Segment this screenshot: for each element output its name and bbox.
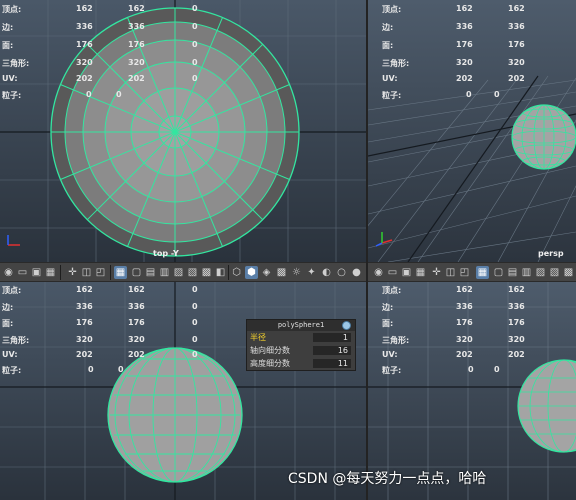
camera-attributes-icon[interactable]: ▭ <box>16 266 29 279</box>
resolution-icon[interactable]: ▨ <box>534 266 547 279</box>
hud-stats-front: 顶点: 162 162 0 边: 336 336 0 面: 176 176 0 … <box>2 285 198 375</box>
gate-mask-icon[interactable]: ▥ <box>158 266 171 279</box>
light-icon[interactable]: ✦ <box>305 266 318 279</box>
settings-icon[interactable] <box>342 321 351 330</box>
film-gate-icon[interactable]: ▢ <box>130 266 143 279</box>
wireframe-icon[interactable]: ⬡ <box>230 266 243 279</box>
axis-subdivisions-label: 轴向细分数 <box>250 346 290 355</box>
poly-panel-title: polySphere1 <box>247 320 355 331</box>
field-chart-icon[interactable]: ▤ <box>144 266 157 279</box>
title-safe-icon[interactable]: ▧ <box>548 266 561 279</box>
camera-label-top: top -Y <box>153 249 179 258</box>
toolbar-divider <box>60 265 61 280</box>
camera-icon[interactable]: ◉ <box>2 266 15 279</box>
toolbar-divider <box>228 265 229 280</box>
grid-icon[interactable]: ▦ <box>476 266 489 279</box>
axis-gizmo <box>7 235 20 246</box>
resolution-gate-icon[interactable]: ◫ <box>80 266 93 279</box>
height-subdivisions-row[interactable]: 高度细分数 11 <box>249 358 353 369</box>
radius-row[interactable]: 半径 1 <box>249 332 353 343</box>
axis-subdivisions-row[interactable]: 轴向细分数 16 <box>249 345 353 356</box>
radius-label: 半径 <box>250 333 266 342</box>
camera-label-persp: persp <box>538 249 564 258</box>
safe-action-icon[interactable]: ◰ <box>458 266 471 279</box>
axis-subdivisions-value[interactable]: 16 <box>313 346 351 355</box>
sphere-persp-view[interactable] <box>511 104 576 170</box>
radius-value[interactable]: 1 <box>313 333 351 342</box>
poly-sphere-panel[interactable]: polySphere1 半径 1 轴向细分数 16 高度细分数 11 <box>246 319 356 371</box>
textured-icon[interactable]: ▩ <box>275 266 288 279</box>
toolbar-divider <box>110 265 111 280</box>
safe-action-icon[interactable]: ◰ <box>94 266 107 279</box>
height-subdivisions-value[interactable]: 11 <box>313 359 351 368</box>
viewport-divider <box>366 0 368 500</box>
hud-stats-top: 顶点: 162 162 0 边: 336 336 0 面: 176 176 0 … <box>2 4 198 100</box>
pivot-icon[interactable]: ✛ <box>430 266 443 279</box>
image-plane-icon[interactable]: ▦ <box>44 266 57 279</box>
bookmark-icon[interactable]: ▣ <box>30 266 43 279</box>
resolution-icon[interactable]: ▨ <box>172 266 185 279</box>
grid-icon[interactable]: ▦ <box>114 266 127 279</box>
safe-area-icon[interactable]: ▩ <box>200 266 213 279</box>
overscan-icon[interactable]: ◧ <box>214 266 227 279</box>
resolution-gate-icon[interactable]: ◫ <box>444 266 457 279</box>
xray-icon[interactable]: ○ <box>335 266 348 279</box>
hud-stats-side: 顶点: 162 162 边: 336 336 面: 176 176 三角形: 3… <box>382 285 525 375</box>
use-all-lights-icon[interactable]: ☼ <box>290 266 303 279</box>
watermark: CSDN @每天努力一点点，哈哈 <box>288 471 487 487</box>
bookmark-icon[interactable]: ▣ <box>400 266 413 279</box>
shadows-icon[interactable]: ◐ <box>320 266 333 279</box>
title-safe-icon[interactable]: ▧ <box>186 266 199 279</box>
hud-stats-persp: 顶点: 162 162 边: 336 336 面: 176 176 三角形: 3… <box>382 4 525 100</box>
gate-mask-icon[interactable]: ▥ <box>520 266 533 279</box>
smooth-shade-icon[interactable]: ⬢ <box>245 266 258 279</box>
height-subdivisions-label: 高度细分数 <box>250 359 290 368</box>
safe-area-icon[interactable]: ▩ <box>562 266 575 279</box>
camera-icon[interactable]: ◉ <box>372 266 385 279</box>
field-chart-icon[interactable]: ▤ <box>506 266 519 279</box>
image-plane-icon[interactable]: ▦ <box>414 266 427 279</box>
pivot-icon[interactable]: ✛ <box>66 266 79 279</box>
film-gate-icon[interactable]: ▢ <box>492 266 505 279</box>
viewport-toolbar: ◉ ▭ ▣ ▦ ✛ ◫ ◰ ▦ ▢ ▤ ▥ ▨ ▧ ▩ ◧ ⬡ ⬢ ◈ ▩ ☼ … <box>0 262 576 282</box>
wireframe-on-shaded-icon[interactable]: ◈ <box>260 266 273 279</box>
camera-attributes-icon[interactable]: ▭ <box>386 266 399 279</box>
isolate-icon[interactable]: ● <box>350 266 363 279</box>
